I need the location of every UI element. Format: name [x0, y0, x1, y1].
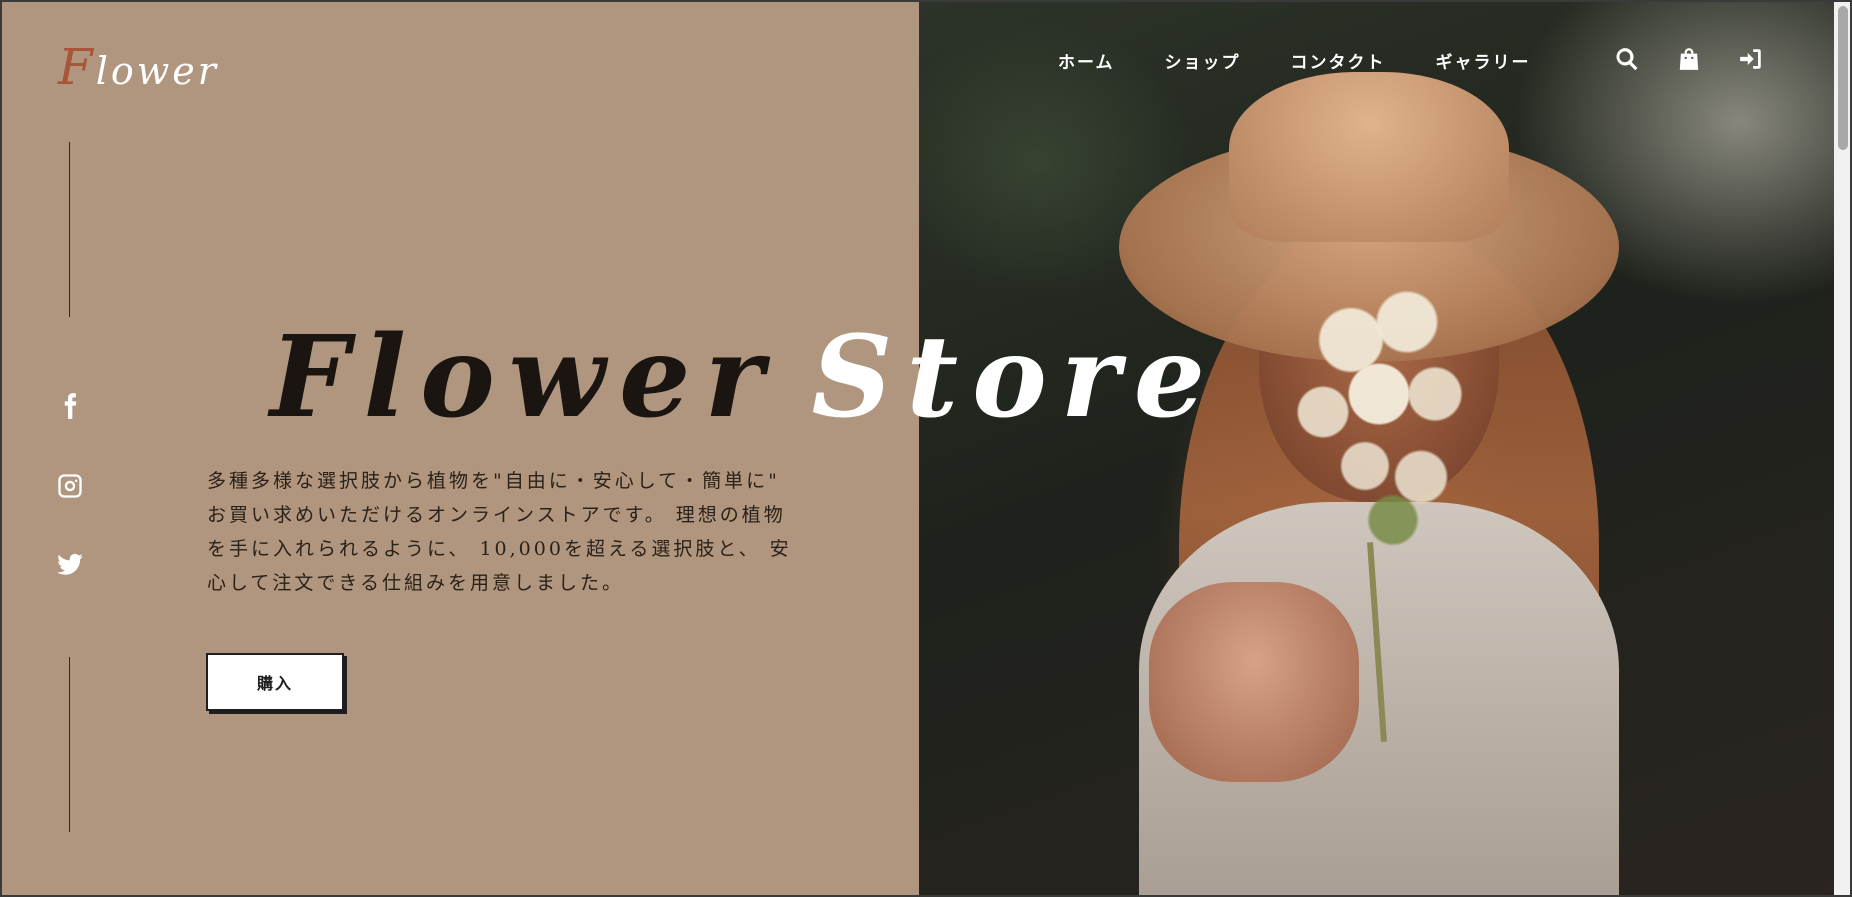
hero-title-word-2: Store	[811, 312, 1220, 443]
search-icon[interactable]	[1614, 46, 1640, 72]
scrollbar-thumb[interactable]	[1838, 6, 1848, 150]
logo-first-letter: F	[58, 38, 96, 96]
shopping-bag-icon[interactable]	[1676, 46, 1702, 72]
twitter-icon[interactable]	[56, 551, 84, 579]
nav-home[interactable]: ホーム	[1058, 48, 1115, 73]
page-scrollbar[interactable]	[1834, 2, 1850, 895]
site-logo[interactable]: Flower	[58, 38, 219, 96]
sign-in-icon[interactable]	[1738, 46, 1764, 72]
hero-title: Flower Store	[270, 322, 1219, 434]
landing-page: Flower ホーム ショップ コンタクト ギャラリー Flower Store …	[0, 0, 1852, 897]
photo-flower-bouquet	[1239, 232, 1519, 592]
photo-hand	[1149, 582, 1359, 782]
nav-shop[interactable]: ショップ	[1165, 48, 1241, 73]
nav-gallery[interactable]: ギャラリー	[1436, 48, 1531, 73]
hero-title-word-1: Flower	[270, 312, 778, 443]
photo-hat-crown	[1229, 72, 1509, 242]
buy-button[interactable]: 購入	[206, 653, 344, 711]
hero-photo	[919, 2, 1836, 895]
hero-description: 多種多様な選択肢から植物を"自由に・安心して・簡単に" お買い求めいただけるオン…	[207, 470, 792, 594]
nav-contact[interactable]: コンタクト	[1291, 48, 1386, 73]
nav-icons	[1614, 46, 1764, 72]
logo-rest: lower	[95, 49, 219, 93]
instagram-icon[interactable]	[56, 472, 84, 500]
divider-line-bottom	[69, 657, 70, 832]
facebook-icon[interactable]	[56, 392, 84, 420]
main-nav: ホーム ショップ コンタクト ギャラリー	[1058, 48, 1531, 73]
left-panel	[2, 2, 919, 895]
divider-line-top	[69, 142, 70, 317]
